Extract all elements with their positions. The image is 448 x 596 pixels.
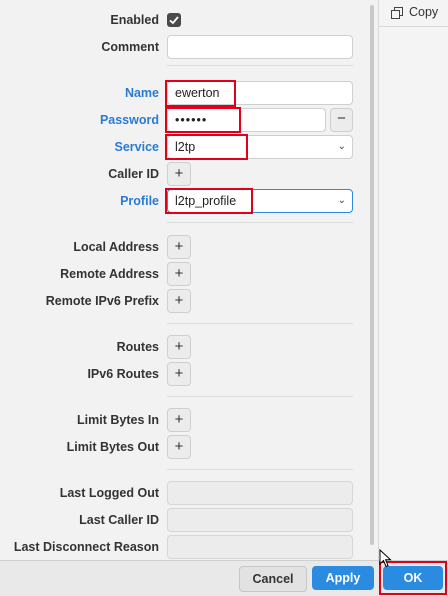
comment-row: Comment [0,35,372,59]
last-disconnect-reason-label: Last Disconnect Reason [13,540,159,554]
chevron-down-icon: ⌄ [337,195,346,206]
form-scrollbar[interactable] [370,5,374,545]
name-row: Name ewerton [0,81,372,105]
last-disconnect-reason-field [167,535,353,559]
enabled-checkbox[interactable] [167,13,181,27]
limit-bytes-out-row: Limit Bytes Out + [0,435,372,459]
service-select[interactable]: l2tp ⌄ [167,135,353,159]
copy-button[interactable]: Copy [379,0,448,27]
last-caller-id-label: Last Caller ID [79,513,159,527]
section-divider [167,65,353,66]
name-label: Name [124,86,159,100]
apply-button[interactable]: Apply [312,566,374,590]
copy-label: Copy [409,5,439,19]
service-value: l2tp [175,140,196,154]
mouse-pointer-icon [379,549,392,568]
add-ipv6-routes-button[interactable]: + [167,362,191,386]
enabled-label: Enabled [110,13,159,27]
local-address-row: Local Address + [0,235,372,259]
section-divider [167,396,353,397]
remote-address-label: Remote Address [60,267,159,281]
comment-label: Comment [101,40,159,54]
routes-label: Routes [116,340,159,354]
last-caller-id-row: Last Caller ID [0,508,372,532]
add-remote-address-button[interactable]: + [167,262,191,286]
caller-id-label: Caller ID [108,167,159,181]
copy-icon [391,7,403,19]
remove-password-button[interactable]: − [330,108,353,132]
add-routes-button[interactable]: + [167,335,191,359]
remote-ipv6-prefix-label: Remote IPv6 Prefix [45,294,159,308]
last-logged-out-label: Last Logged Out [59,486,159,500]
add-local-address-button[interactable]: + [167,235,191,259]
section-divider [167,469,353,470]
last-logged-out-row: Last Logged Out [0,481,372,505]
section-divider [167,222,353,223]
add-caller-id-button[interactable]: + [167,162,191,186]
password-label: Password [99,113,159,127]
name-input[interactable]: ewerton [167,81,353,105]
chevron-down-icon: ⌄ [337,141,346,152]
add-limit-bytes-out-button[interactable]: + [167,435,191,459]
service-row: Service l2tp ⌄ [0,135,372,159]
routes-row: Routes + [0,335,372,359]
local-address-label: Local Address [73,240,159,254]
ok-button[interactable]: OK [383,566,443,590]
comment-input[interactable] [167,35,353,59]
name-value: ewerton [175,86,220,100]
last-logged-out-field [167,481,353,505]
remote-address-row: Remote Address + [0,262,372,286]
checkmark-icon [169,16,179,25]
profile-select[interactable]: l2tp_profile ⌄ [167,189,353,213]
profile-row: Profile l2tp_profile ⌄ [0,189,372,213]
limit-bytes-in-label: Limit Bytes In [77,413,159,427]
last-disconnect-reason-row: Last Disconnect Reason [0,535,372,559]
add-limit-bytes-in-button[interactable]: + [167,408,191,432]
enabled-row: Enabled [0,8,372,32]
password-input[interactable]: •••••• [167,108,326,132]
cancel-button[interactable]: Cancel [239,566,307,592]
user-form: Enabled Comment Name ewerton Password ••… [0,0,374,560]
ipv6-routes-row: IPv6 Routes + [0,362,372,386]
last-caller-id-field [167,508,353,532]
password-value: •••••• [175,113,208,127]
password-row: Password •••••• − [0,108,372,132]
limit-bytes-out-label: Limit Bytes Out [66,440,159,454]
caller-id-row: Caller ID + [0,162,372,186]
limit-bytes-in-row: Limit Bytes In + [0,408,372,432]
side-panel: Copy [378,0,448,560]
profile-label: Profile [120,194,159,208]
profile-value: l2tp_profile [175,194,237,208]
service-label: Service [114,140,159,154]
remote-ipv6-prefix-row: Remote IPv6 Prefix + [0,289,372,313]
section-divider [167,323,353,324]
ipv6-routes-label: IPv6 Routes [87,367,159,381]
add-remote-ipv6-prefix-button[interactable]: + [167,289,191,313]
